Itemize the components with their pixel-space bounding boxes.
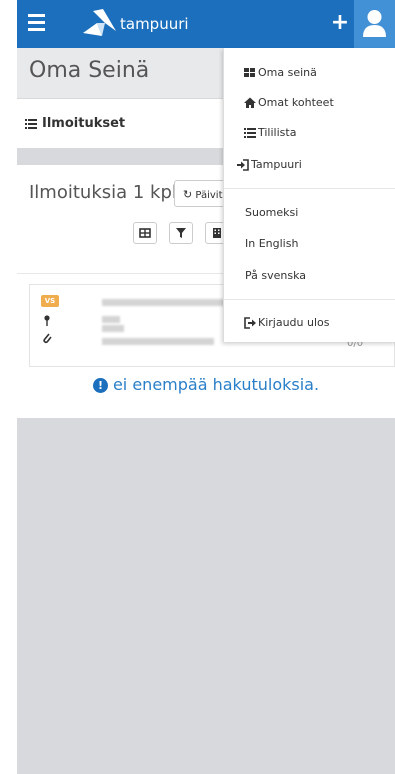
language-option-sv[interactable]: På svenska: [224, 269, 395, 282]
filter-button[interactable]: [169, 222, 193, 244]
tampuuri-logo-icon[interactable]: [83, 9, 117, 37]
listing-count-title: Ilmoituksia 1 kpl: [29, 182, 177, 203]
sign-in-icon: [237, 159, 249, 171]
grid-icon: [139, 228, 151, 238]
logout-menu-item[interactable]: Kirjaudu ulos: [224, 316, 395, 329]
user-icon: [363, 10, 386, 37]
refresh-icon: ↻: [183, 188, 193, 201]
grid-view-button[interactable]: [133, 222, 157, 244]
no-more-results-text: ei enempää hakutuloksia.: [112, 375, 320, 394]
th-large-icon: [244, 68, 255, 77]
sign-out-icon: [244, 317, 256, 329]
info-icon: !: [92, 378, 108, 393]
app-frame: tampuuri + Oma Seinä Ilmoitukset Ilmoitu…: [17, 0, 395, 774]
brand-name[interactable]: tampuuri: [120, 15, 189, 33]
menu-divider: [224, 299, 395, 300]
menu-item-oma-seina[interactable]: Oma seinä: [224, 66, 395, 79]
user-dropdown-menu: Oma seinä Omat kohteet Tililista Tampuur…: [223, 48, 395, 342]
user-menu-button[interactable]: [354, 0, 395, 48]
home-icon: [244, 97, 256, 108]
menu-item-tampuuri[interactable]: Tampuuri: [224, 158, 395, 171]
section-label[interactable]: Ilmoitukset: [42, 116, 125, 131]
language-option-fi[interactable]: Suomeksi: [224, 206, 395, 219]
menu-item-label: Omat kohteet: [258, 96, 334, 109]
menu-item-label: Oma seinä: [258, 66, 317, 79]
filter-icon: [176, 228, 186, 238]
menu-divider: [224, 188, 395, 189]
top-navbar: tampuuri +: [17, 0, 395, 48]
add-button[interactable]: +: [329, 8, 351, 38]
vs-badge: VS: [41, 295, 59, 307]
map-marker-icon: [44, 315, 50, 326]
menu-item-label: Tampuuri: [251, 158, 302, 171]
list-icon: [25, 119, 37, 129]
menu-item-omat-kohteet[interactable]: Omat kohteet: [224, 96, 395, 109]
redacted-text: [102, 325, 124, 332]
menu-item-tililista[interactable]: Tililista: [224, 126, 395, 139]
redacted-text: [102, 299, 228, 306]
redacted-text: [102, 338, 214, 345]
redacted-text: [102, 316, 120, 323]
logout-label: Kirjaudu ulos: [258, 316, 330, 329]
hamburger-menu-icon[interactable]: [28, 14, 45, 32]
language-option-en[interactable]: In English: [224, 237, 395, 250]
paperclip-icon: [43, 333, 52, 344]
list-icon: [244, 128, 256, 138]
menu-item-label: Tililista: [258, 126, 297, 139]
page-title: Oma Seinä: [29, 58, 150, 83]
no-more-results: ! ei enempää hakutuloksia.: [17, 375, 395, 394]
